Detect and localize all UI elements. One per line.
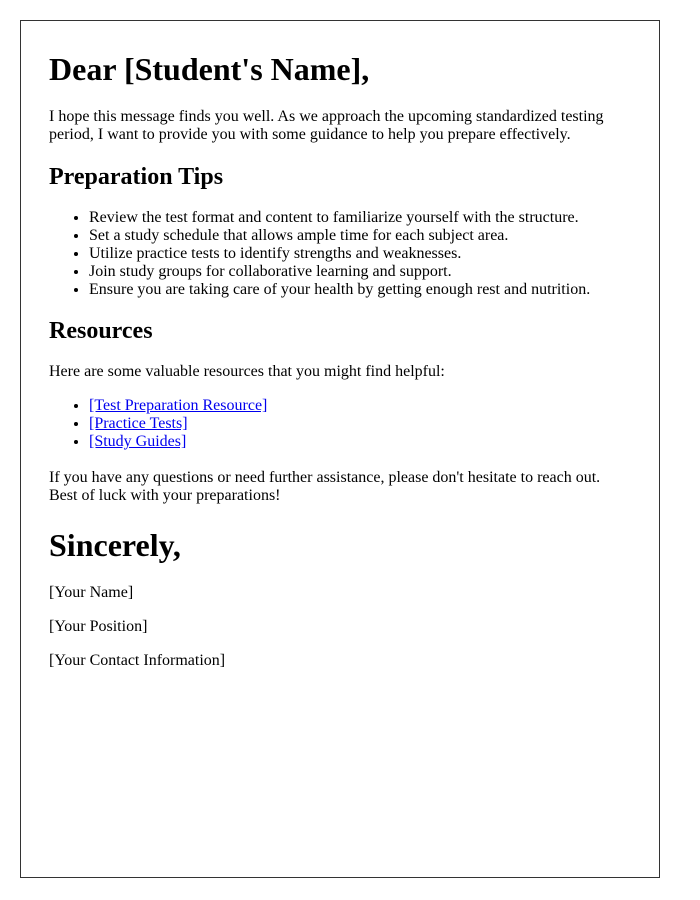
tips-heading: Preparation Tips	[49, 164, 224, 190]
tip-item: Utilize practice tests to identify stren…	[89, 245, 631, 263]
resource-link-test-preparation[interactable]: [Test Preparation Resource]	[89, 397, 267, 414]
signature-contact: [Your Contact Information]	[49, 652, 226, 669]
resource-link-practice-tests[interactable]: [Practice Tests]	[89, 415, 188, 432]
closing-paragraph: If you have any questions or need furthe…	[49, 469, 601, 504]
tip-item: Join study groups for collaborative lear…	[89, 263, 631, 281]
resources-heading: Resources	[49, 318, 153, 344]
greeting-heading: Dear [Student's Name],	[49, 51, 370, 87]
intro-paragraph: I hope this message finds you well. As w…	[49, 108, 604, 143]
tip-item: Review the test format and content to fa…	[89, 209, 631, 227]
resource-item: [Test Preparation Resource]	[89, 397, 631, 415]
tip-item: Ensure you are taking care of your healt…	[89, 281, 631, 299]
signature-position: [Your Position]	[49, 618, 148, 635]
sign-off-heading: Sincerely,	[49, 527, 181, 563]
tips-list: Review the test format and content to fa…	[49, 209, 631, 299]
resources-list: [Test Preparation Resource] [Practice Te…	[49, 397, 631, 451]
resources-intro: Here are some valuable resources that yo…	[49, 363, 445, 380]
signature-name: [Your Name]	[49, 584, 134, 601]
resource-link-study-guides[interactable]: [Study Guides]	[89, 433, 186, 450]
resource-item: [Practice Tests]	[89, 415, 631, 433]
tip-item: Set a study schedule that allows ample t…	[89, 227, 631, 245]
letter-page: Dear [Student's Name], I hope this messa…	[20, 20, 660, 878]
resource-item: [Study Guides]	[89, 433, 631, 451]
